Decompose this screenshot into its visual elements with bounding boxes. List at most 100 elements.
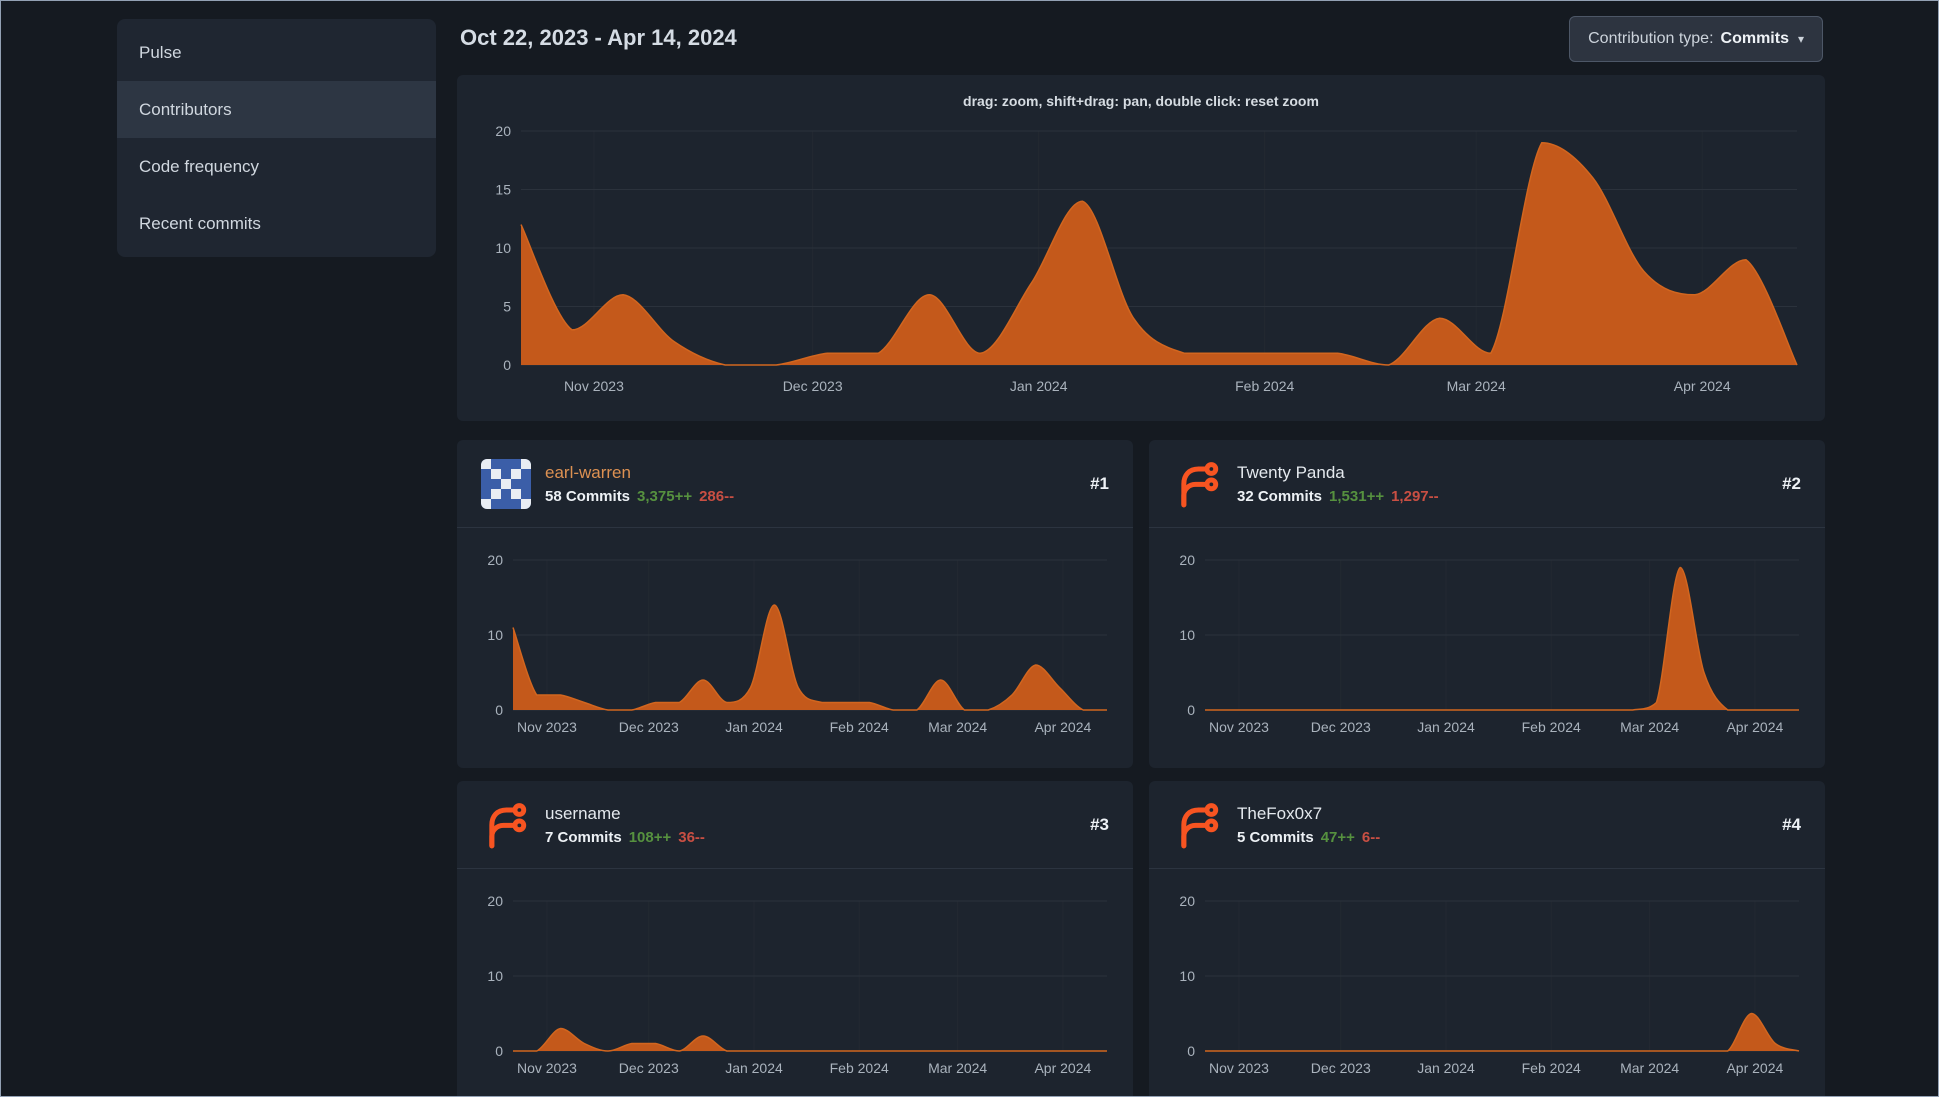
svg-text:Nov 2023: Nov 2023 bbox=[1209, 719, 1269, 735]
date-range-title: Oct 22, 2023 - Apr 14, 2024 bbox=[460, 25, 737, 50]
deletions-count: 36-- bbox=[678, 828, 705, 846]
contributor-name-link[interactable]: Twenty Panda bbox=[1237, 463, 1439, 483]
sidebar-item-contributors[interactable]: Contributors bbox=[117, 81, 436, 138]
svg-text:5: 5 bbox=[503, 299, 511, 315]
contributor-name-link[interactable]: earl-warren bbox=[545, 463, 734, 483]
svg-text:Apr 2024: Apr 2024 bbox=[1726, 719, 1783, 735]
svg-text:Dec 2023: Dec 2023 bbox=[619, 1060, 679, 1076]
svg-text:Nov 2023: Nov 2023 bbox=[564, 378, 624, 394]
contributor-card-header: Twenty Panda 32 Commits 1,531++ 1,297-- … bbox=[1149, 440, 1825, 528]
overall-activity-panel: drag: zoom, shift+drag: pan, double clic… bbox=[457, 75, 1825, 421]
additions-count: 1,531++ bbox=[1329, 487, 1385, 505]
deletions-count: 286-- bbox=[699, 487, 735, 505]
commit-count: 32 Commits bbox=[1237, 487, 1323, 505]
chevron-down-icon: ▾ bbox=[1797, 32, 1804, 46]
chart-zoom-hint: drag: zoom, shift+drag: pan, double clic… bbox=[963, 93, 1319, 109]
svg-text:Mar 2024: Mar 2024 bbox=[1620, 719, 1679, 735]
svg-text:Dec 2023: Dec 2023 bbox=[1311, 1060, 1371, 1076]
contributor-card-header: earl-warren 58 Commits 3,375++ 286-- #1 bbox=[457, 440, 1133, 528]
svg-text:20: 20 bbox=[487, 552, 503, 568]
contributors-activity-chart[interactable]: Nov 2023 Dec 2023 Jan 2024 Feb 2024 Mar 2024… bbox=[473, 119, 1809, 401]
forgejo-logo-avatar[interactable] bbox=[1173, 459, 1223, 509]
contributor-card-header: username 7 Commits 108++ 36-- #3 bbox=[457, 781, 1133, 869]
commit-count: 5 Commits bbox=[1237, 828, 1314, 846]
contributor-name-link[interactable]: TheFox0x7 bbox=[1237, 804, 1380, 824]
svg-text:Jan 2024: Jan 2024 bbox=[1417, 1060, 1475, 1076]
svg-text:Mar 2024: Mar 2024 bbox=[928, 1060, 987, 1076]
svg-text:0: 0 bbox=[495, 1043, 503, 1059]
contributor-card-header: TheFox0x7 5 Commits 47++ 6-- #4 bbox=[1149, 781, 1825, 869]
svg-text:Feb 2024: Feb 2024 bbox=[1522, 1060, 1581, 1076]
svg-text:Nov 2023: Nov 2023 bbox=[517, 1060, 577, 1076]
contributor-activity-chart[interactable]: Nov 2023 Dec 2023 Jan 2024 Feb 2024 Mar 2024… bbox=[473, 538, 1117, 742]
svg-text:Mar 2024: Mar 2024 bbox=[1447, 378, 1506, 394]
sidebar-item-code-frequency[interactable]: Code frequency bbox=[117, 138, 436, 195]
svg-text:Dec 2023: Dec 2023 bbox=[619, 719, 679, 735]
contributor-name-link[interactable]: username bbox=[545, 804, 705, 824]
contributor-stats: 5 Commits 47++ 6-- bbox=[1237, 829, 1380, 846]
contributor-card: TheFox0x7 5 Commits 47++ 6-- #4 Nov 2023… bbox=[1149, 781, 1825, 1096]
svg-text:Apr 2024: Apr 2024 bbox=[1034, 1060, 1091, 1076]
svg-text:0: 0 bbox=[1187, 702, 1195, 718]
svg-text:Jan 2024: Jan 2024 bbox=[725, 719, 783, 735]
svg-text:Apr 2024: Apr 2024 bbox=[1726, 1060, 1783, 1076]
contributor-card: earl-warren 58 Commits 3,375++ 286-- #1 … bbox=[457, 440, 1133, 768]
svg-text:20: 20 bbox=[1179, 893, 1195, 909]
svg-text:10: 10 bbox=[495, 240, 511, 256]
svg-text:Jan 2024: Jan 2024 bbox=[1010, 378, 1068, 394]
commit-count: 7 Commits bbox=[545, 828, 622, 846]
svg-text:Nov 2023: Nov 2023 bbox=[1209, 1060, 1269, 1076]
contributor-card: username 7 Commits 108++ 36-- #3 Nov 202… bbox=[457, 781, 1133, 1096]
svg-text:0: 0 bbox=[1187, 1043, 1195, 1059]
svg-text:0: 0 bbox=[495, 702, 503, 718]
additions-count: 3,375++ bbox=[637, 487, 693, 505]
svg-text:Dec 2023: Dec 2023 bbox=[1311, 719, 1371, 735]
svg-text:0: 0 bbox=[503, 357, 511, 373]
contributor-activity-chart[interactable]: Nov 2023 Dec 2023 Jan 2024 Feb 2024 Mar 2024… bbox=[1165, 879, 1809, 1083]
svg-text:10: 10 bbox=[1179, 627, 1195, 643]
rank-badge: #1 bbox=[1090, 473, 1109, 493]
contributor-card: Twenty Panda 32 Commits 1,531++ 1,297-- … bbox=[1149, 440, 1825, 768]
sidebar-item-recent-commits[interactable]: Recent commits bbox=[117, 195, 436, 252]
forgejo-logo-avatar[interactable] bbox=[481, 800, 531, 850]
contributor-stats: 7 Commits 108++ 36-- bbox=[545, 829, 705, 846]
rank-badge: #2 bbox=[1782, 473, 1801, 493]
svg-text:20: 20 bbox=[487, 893, 503, 909]
svg-text:Feb 2024: Feb 2024 bbox=[1522, 719, 1581, 735]
rank-badge: #3 bbox=[1090, 814, 1109, 834]
svg-text:Mar 2024: Mar 2024 bbox=[1620, 1060, 1679, 1076]
svg-text:20: 20 bbox=[495, 123, 511, 139]
deletions-count: 1,297-- bbox=[1391, 487, 1439, 505]
contributor-stats: 58 Commits 3,375++ 286-- bbox=[545, 488, 734, 505]
contribution-type-value: Commits bbox=[1720, 30, 1789, 47]
rank-badge: #4 bbox=[1782, 814, 1801, 834]
additions-count: 108++ bbox=[628, 828, 672, 846]
forgejo-logo-avatar[interactable] bbox=[1173, 800, 1223, 850]
svg-text:Feb 2024: Feb 2024 bbox=[1235, 378, 1294, 394]
svg-text:Feb 2024: Feb 2024 bbox=[830, 719, 889, 735]
identicon-avatar[interactable] bbox=[481, 458, 531, 509]
contribution-type-label: Contribution type: bbox=[1588, 30, 1714, 47]
contributor-activity-chart[interactable]: Nov 2023 Dec 2023 Jan 2024 Feb 2024 Mar 2024… bbox=[473, 879, 1117, 1083]
commit-count: 58 Commits bbox=[545, 487, 631, 505]
svg-text:Nov 2023: Nov 2023 bbox=[517, 719, 577, 735]
svg-text:Mar 2024: Mar 2024 bbox=[928, 719, 987, 735]
svg-text:20: 20 bbox=[1179, 552, 1195, 568]
svg-text:Feb 2024: Feb 2024 bbox=[830, 1060, 889, 1076]
svg-text:15: 15 bbox=[495, 182, 511, 198]
additions-count: 47++ bbox=[1320, 828, 1355, 846]
contributor-activity-chart[interactable]: Nov 2023 Dec 2023 Jan 2024 Feb 2024 Mar 2024… bbox=[1165, 538, 1809, 742]
contribution-type-dropdown[interactable]: Contribution type: Commits ▾ bbox=[1569, 16, 1823, 62]
contributor-stats: 32 Commits 1,531++ 1,297-- bbox=[1237, 488, 1439, 505]
svg-text:Jan 2024: Jan 2024 bbox=[1417, 719, 1475, 735]
activity-sidebar: Pulse Contributors Code frequency Recent… bbox=[117, 19, 436, 257]
svg-text:Jan 2024: Jan 2024 bbox=[725, 1060, 783, 1076]
svg-text:10: 10 bbox=[1179, 968, 1195, 984]
svg-text:Apr 2024: Apr 2024 bbox=[1034, 719, 1091, 735]
deletions-count: 6-- bbox=[1361, 828, 1381, 846]
svg-text:10: 10 bbox=[487, 968, 503, 984]
sidebar-item-pulse[interactable]: Pulse bbox=[117, 24, 436, 81]
svg-text:Apr 2024: Apr 2024 bbox=[1674, 378, 1731, 394]
svg-text:10: 10 bbox=[487, 627, 503, 643]
contributors-page: Pulse Contributors Code frequency Recent… bbox=[0, 0, 1939, 1097]
